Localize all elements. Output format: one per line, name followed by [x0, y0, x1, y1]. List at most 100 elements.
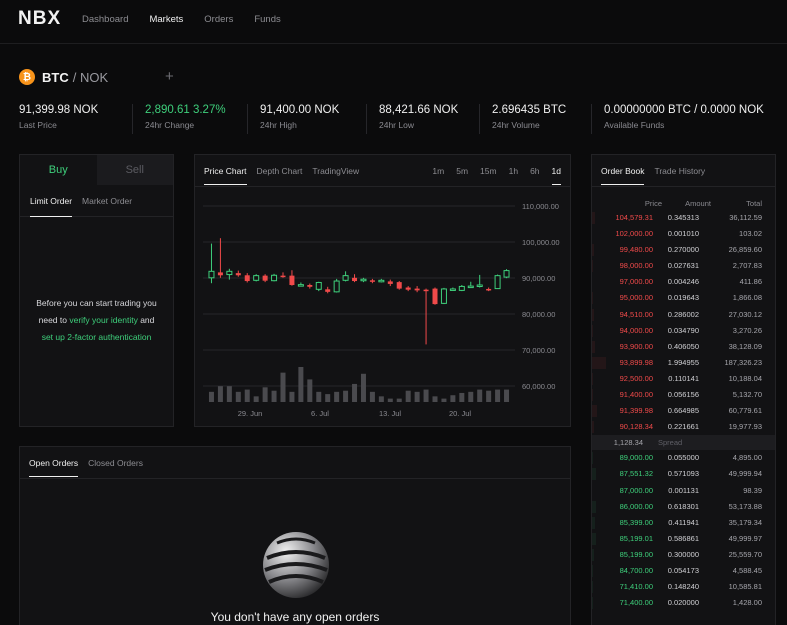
- ask-row[interactable]: 104,579.31 0.345313 36,112.59: [592, 210, 775, 226]
- amount-cell: 0.034790: [667, 325, 699, 335]
- ask-row[interactable]: 99,480.00 0.270000 26,859.60: [592, 242, 775, 258]
- chart-panel: Price Chart Depth Chart TradingView 1m 5…: [194, 154, 571, 427]
- pair-base: BTC: [42, 69, 69, 85]
- volume-bar: [405, 390, 411, 402]
- bid-row[interactable]: 89,000.00 0.055000 4,895.00: [592, 450, 775, 466]
- amount-cell: 0.019643: [667, 293, 699, 303]
- tab-closed-orders[interactable]: Closed Orders: [88, 458, 143, 477]
- candle-body: [315, 281, 322, 290]
- verification-message: Before you can start trading you need to…: [20, 295, 173, 346]
- nbx-logo[interactable]: NBX: [18, 8, 61, 30]
- volume-bar: [450, 395, 456, 402]
- price-chart[interactable]: 110,000.00 100,000.00 90,000.00 80,000.00 70…: [195, 187, 570, 426]
- stat-last-price: 91,399.98 NOK Last Price: [19, 104, 99, 130]
- ask-row[interactable]: 92,500.00 0.110141 10,188.04: [592, 371, 775, 387]
- tab-tradingview[interactable]: TradingView: [312, 166, 359, 185]
- timeframe-6h[interactable]: 6h: [530, 166, 539, 185]
- tab-open-orders[interactable]: Open Orders: [29, 458, 79, 477]
- ask-row[interactable]: 90,128.34 0.221661 19,977.93: [592, 419, 775, 435]
- total-cell: 27,030.12: [728, 309, 762, 319]
- bid-row[interactable]: 85,199.01 0.586861 49,999.97: [592, 531, 775, 547]
- bid-row[interactable]: 87,000.00 0.001131 98.39: [592, 483, 775, 499]
- bid-row[interactable]: 87,551.32 0.571093 49,999.94: [592, 466, 775, 482]
- amount-cell: 0.020000: [667, 598, 699, 608]
- price-cell: 84,700.00: [619, 565, 653, 575]
- market-pair-selector[interactable]: ₿ BTC / NOK: [19, 67, 108, 87]
- ask-row[interactable]: 94,510.00 0.286002 27,030.12: [592, 307, 775, 323]
- ask-row[interactable]: 93,900.00 0.406050 38,128.09: [592, 339, 775, 355]
- volume-bar: [504, 389, 510, 402]
- stat-24hr-change: 2,890.61 3.27% 24hr Change: [132, 104, 247, 134]
- ask-row[interactable]: 95,000.00 0.019643 1,866.08: [592, 290, 775, 306]
- bid-row[interactable]: 85,199.00 0.300000 25,559.70: [592, 547, 775, 563]
- total-cell: 411.86: [739, 277, 762, 287]
- tab-trade-history[interactable]: Trade History: [654, 166, 705, 185]
- timeframe-5m[interactable]: 5m: [456, 166, 468, 185]
- price-cell: 87,551.32: [619, 469, 653, 479]
- timeframe-1m[interactable]: 1m: [432, 166, 444, 185]
- candle-body: [280, 275, 286, 278]
- total-cell: 103.02: [739, 229, 762, 239]
- tab-market-order[interactable]: Market Order: [82, 196, 132, 216]
- volume-bar: [352, 383, 358, 402]
- timeframe-15m[interactable]: 15m: [480, 166, 497, 185]
- tab-price-chart[interactable]: Price Chart: [204, 166, 247, 185]
- nav-funds[interactable]: Funds: [254, 14, 280, 25]
- candle-body: [387, 281, 393, 284]
- price-cell: 89,000.00: [619, 453, 653, 463]
- candle-body: [297, 284, 304, 287]
- bid-row[interactable]: 85,399.00 0.411941 35,179.34: [592, 515, 775, 531]
- buy-sell-tabs: Buy Sell: [20, 155, 173, 185]
- amount-cell: 0.148240: [667, 582, 699, 592]
- amount-cell: 0.286002: [667, 309, 699, 319]
- ask-row[interactable]: 97,000.00 0.004246 411.86: [592, 274, 775, 290]
- nav-orders[interactable]: Orders: [204, 14, 233, 25]
- nav-links: Dashboard Markets Orders Funds: [82, 14, 281, 25]
- nav-markets[interactable]: Markets: [149, 14, 183, 25]
- total-cell: 1,866.08: [732, 293, 762, 303]
- bid-row[interactable]: 86,000.00 0.618301 53,173.88: [592, 499, 775, 515]
- ask-row[interactable]: 98,000.00 0.027631 2,707.83: [592, 258, 775, 274]
- candle-body: [486, 288, 492, 291]
- volume-bar: [360, 373, 366, 402]
- bid-row[interactable]: 71,410.00 0.148240 10,585.81: [592, 579, 775, 595]
- buy-tab[interactable]: Buy: [20, 155, 97, 185]
- volume-bar: [262, 387, 268, 402]
- volume-bar: [271, 390, 277, 402]
- price-cell: 93,900.00: [619, 341, 653, 351]
- timeframe-1h[interactable]: 1h: [509, 166, 518, 185]
- tab-limit-order[interactable]: Limit Order: [30, 196, 73, 217]
- price-cell: 90,128.34: [619, 422, 653, 432]
- add-pair-plus-icon[interactable]: +: [165, 68, 174, 85]
- amount-cell: 0.054173: [667, 565, 699, 575]
- volume-bar: [253, 396, 259, 402]
- ask-row[interactable]: 91,400.00 0.056156 5,132.70: [592, 387, 775, 403]
- ask-row[interactable]: 94,000.00 0.034790 3,270.26: [592, 323, 775, 339]
- stat-available-funds: 0.00000000 BTC / 0.0000 NOK Available Fu…: [591, 104, 787, 134]
- tab-order-book[interactable]: Order Book: [601, 166, 645, 185]
- tab-depth-chart[interactable]: Depth Chart: [257, 166, 303, 185]
- bid-row[interactable]: 71,400.00 0.020000 1,428.00: [592, 595, 775, 611]
- sell-tab[interactable]: Sell: [96, 155, 173, 185]
- candle-body: [423, 289, 429, 292]
- total-cell: 3,270.26: [732, 325, 762, 335]
- orders-tabs: Open Orders Closed Orders: [29, 458, 143, 477]
- price-cell: 87,000.00: [619, 485, 653, 495]
- candle-body: [440, 288, 447, 304]
- bid-row[interactable]: 84,700.00 0.054173 4,588.45: [592, 563, 775, 579]
- total-cell: 1,428.00: [732, 598, 762, 608]
- ask-row[interactable]: 91,399.98 0.664985 60,779.61: [592, 403, 775, 419]
- ask-row[interactable]: 102,000.00 0.001010 103.02: [592, 226, 775, 242]
- verify-identity-link[interactable]: verify your identity: [69, 315, 138, 325]
- nav-dashboard[interactable]: Dashboard: [82, 14, 128, 25]
- setup-2fa-link[interactable]: set up 2-factor authentication: [20, 329, 173, 346]
- amount-cell: 0.586861: [667, 533, 699, 543]
- candle-body: [262, 275, 268, 281]
- ask-row[interactable]: 93,899.98 1.994955 187,326.23: [592, 355, 775, 371]
- timeframe-1d[interactable]: 1d: [551, 166, 561, 185]
- y-tick-label: 110,000.00: [522, 202, 559, 211]
- volume-bar: [235, 391, 241, 402]
- volume-bar: [325, 394, 331, 402]
- volume-bar: [316, 391, 322, 402]
- candle-body: [467, 285, 474, 289]
